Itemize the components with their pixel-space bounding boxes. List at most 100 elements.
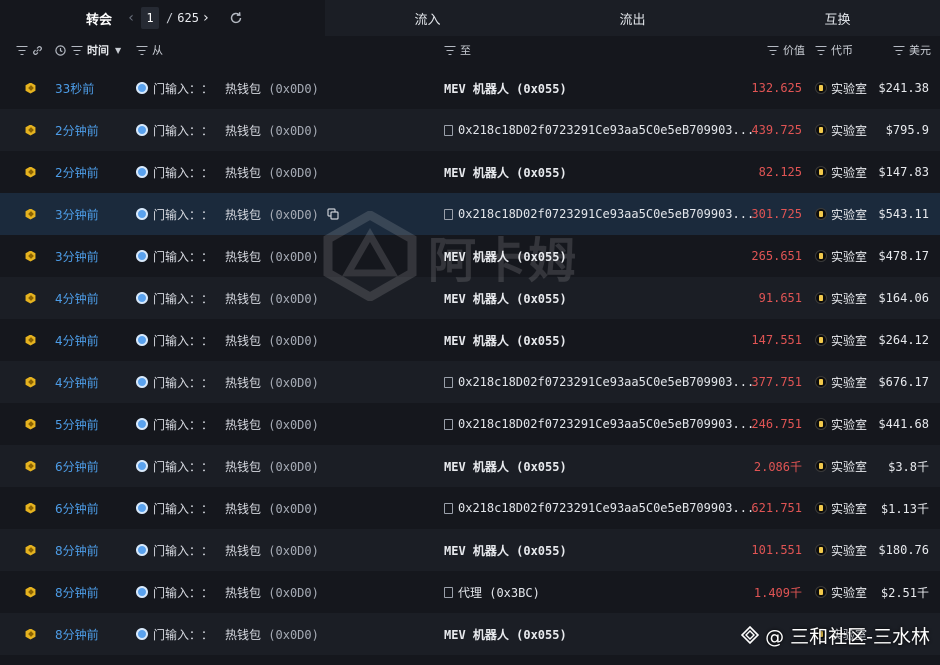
from-cell[interactable]: 门输入：： 热钱包 (0x0D0) [136, 529, 319, 571]
time-link[interactable]: 3分钟前 [55, 235, 99, 277]
to-cell[interactable]: MEV 机器人 (0x055) [444, 613, 567, 655]
token-cell[interactable]: 实验室 [815, 361, 867, 403]
from-entity[interactable]: 门输入： [153, 122, 201, 139]
from-cell[interactable]: 门输入：： 热钱包 (0x0D0) [136, 277, 319, 319]
from-wallet[interactable]: 热钱包 (0x0D0) [225, 164, 319, 181]
tab-transfers[interactable]: 转会 [86, 9, 112, 28]
to-address[interactable]: 0x218c18D02f0723291Ce93aa5C0e5eB709903..… [458, 501, 754, 515]
from-entity[interactable]: 门输入： [153, 206, 201, 223]
to-cell[interactable]: MEV 机器人 (0x055) [444, 151, 567, 193]
from-entity[interactable]: 门输入： [153, 416, 201, 433]
header-filter-link[interactable] [16, 36, 43, 64]
from-entity[interactable]: 门输入： [153, 374, 201, 391]
to-cell[interactable]: 代理 (0x3BC) [444, 571, 540, 613]
to-cell[interactable]: MEV 机器人 (0x055) [444, 235, 567, 277]
from-entity[interactable]: 门输入： [153, 248, 201, 265]
table-row[interactable]: 4分钟前 门输入：： 热钱包 (0x0D0) MEV 机器人 (0x055) 91.65… [0, 277, 940, 319]
link-icon[interactable] [32, 45, 43, 56]
table-row[interactable]: 2分钟前 门输入：： 热钱包 (0x0D0) MEV 机器人 (0x055) 82.12… [0, 151, 940, 193]
token-cell[interactable]: 实验室 [815, 529, 867, 571]
filter-icon[interactable] [444, 45, 455, 55]
to-entity[interactable]: MEV 机器人 (0x055) [444, 80, 567, 97]
token-cell[interactable]: 实验室 [815, 151, 867, 193]
to-address[interactable]: 0x218c18D02f0723291Ce93aa5C0e5eB709903..… [458, 207, 754, 221]
from-cell[interactable]: 门输入：： 热钱包 (0x0D0) [136, 151, 319, 193]
time-link[interactable]: 5分钟前 [55, 403, 99, 445]
from-cell[interactable]: 门输入：： 热钱包 (0x0D0) [136, 235, 319, 277]
time-link[interactable]: 8分钟前 [55, 613, 99, 655]
token-cell[interactable]: 实验室 [815, 277, 867, 319]
from-entity[interactable]: 门输入： [153, 80, 201, 97]
table-row[interactable]: 3分钟前 门输入：： 热钱包 (0x0D0) MEV 机器人 (0x055) 265.6… [0, 235, 940, 277]
from-entity[interactable]: 门输入： [153, 626, 201, 643]
from-wallet[interactable]: 热钱包 (0x0D0) [225, 584, 319, 601]
from-cell[interactable]: 门输入：： 热钱包 (0x0D0) [136, 613, 319, 655]
time-link[interactable]: 6分钟前 [55, 445, 99, 487]
from-cell[interactable]: 门输入：： 热钱包 (0x0D0) [136, 109, 319, 151]
table-row[interactable]: 6分钟前 门输入：： 热钱包 (0x0D0) MEV 机器人 (0x055) 2.086… [0, 445, 940, 487]
to-cell[interactable]: MEV 机器人 (0x055) [444, 529, 567, 571]
to-cell[interactable]: MEV 机器人 (0x055) [444, 277, 567, 319]
from-entity[interactable]: 门输入： [153, 584, 201, 601]
from-entity[interactable]: 门输入： [153, 458, 201, 475]
filter-icon[interactable] [767, 45, 778, 55]
tab-swaps[interactable]: 互换 [735, 0, 940, 36]
page-current[interactable]: 1 [141, 7, 160, 29]
from-wallet[interactable]: 热钱包 (0x0D0) [225, 416, 319, 433]
header-from[interactable]: 从 [136, 36, 163, 64]
header-token[interactable]: 代币 [815, 36, 853, 64]
header-usd[interactable]: 美元 [893, 36, 931, 64]
sort-down-icon[interactable]: ▼ [115, 46, 121, 55]
refresh-icon[interactable] [229, 11, 243, 25]
token-cell[interactable]: 实验室 [815, 571, 867, 613]
to-entity[interactable]: MEV 机器人 (0x055) [444, 248, 567, 265]
table-row[interactable]: 4分钟前 门输入：： 热钱包 (0x0D0) 0x218c18D02f0723291C… [0, 361, 940, 403]
to-entity[interactable]: MEV 机器人 (0x055) [444, 164, 567, 181]
token-cell[interactable]: 实验室 [815, 445, 867, 487]
next-page-icon[interactable]: › [199, 10, 213, 26]
token-cell[interactable]: 实验室 [815, 319, 867, 361]
from-entity[interactable]: 门输入： [153, 542, 201, 559]
token-cell[interactable]: 实验室 [815, 67, 867, 109]
from-cell[interactable]: 门输入：： 热钱包 (0x0D0) [136, 319, 319, 361]
filter-icon[interactable] [815, 45, 826, 55]
time-link[interactable]: 8分钟前 [55, 571, 99, 613]
table-row[interactable]: 6分钟前 门输入：： 热钱包 (0x0D0) 0x218c18D02f0723291C… [0, 487, 940, 529]
from-wallet[interactable]: 热钱包 (0x0D0) [225, 626, 319, 643]
to-entity[interactable]: MEV 机器人 (0x055) [444, 626, 567, 643]
time-link[interactable]: 4分钟前 [55, 361, 99, 403]
time-link[interactable]: 3分钟前 [55, 193, 99, 235]
to-address[interactable]: 代理 (0x3BC) [458, 584, 540, 601]
token-cell[interactable]: 实验室 [815, 487, 867, 529]
time-link[interactable]: 8分钟前 [55, 529, 99, 571]
token-cell[interactable]: 实验室 [815, 403, 867, 445]
to-cell[interactable]: 0x218c18D02f0723291Ce93aa5C0e5eB709903..… [444, 361, 754, 403]
from-cell[interactable]: 门输入：： 热钱包 (0x0D0) [136, 487, 319, 529]
to-address[interactable]: 0x218c18D02f0723291Ce93aa5C0e5eB709903..… [458, 417, 754, 431]
table-row[interactable]: 8分钟前 门输入：： 热钱包 (0x0D0) MEV 机器人 (0x055) 101.5… [0, 529, 940, 571]
filter-icon[interactable] [71, 45, 82, 55]
to-cell[interactable]: 0x218c18D02f0723291Ce93aa5C0e5eB709903..… [444, 109, 754, 151]
from-wallet[interactable]: 热钱包 (0x0D0) [225, 332, 319, 349]
time-link[interactable]: 6分钟前 [55, 487, 99, 529]
from-entity[interactable]: 门输入： [153, 164, 201, 181]
copy-icon[interactable] [327, 208, 339, 220]
from-cell[interactable]: 门输入：： 热钱包 (0x0D0) [136, 193, 339, 235]
from-wallet[interactable]: 热钱包 (0x0D0) [225, 458, 319, 475]
to-cell[interactable]: 0x218c18D02f0723291Ce93aa5C0e5eB709903..… [444, 193, 754, 235]
to-address[interactable]: 0x218c18D02f0723291Ce93aa5C0e5eB709903..… [458, 375, 754, 389]
to-cell[interactable]: MEV 机器人 (0x055) [444, 67, 567, 109]
from-cell[interactable]: 门输入：： 热钱包 (0x0D0) [136, 361, 319, 403]
to-cell[interactable]: MEV 机器人 (0x055) [444, 445, 567, 487]
from-cell[interactable]: 门输入：： 热钱包 (0x0D0) [136, 67, 319, 109]
to-entity[interactable]: MEV 机器人 (0x055) [444, 542, 567, 559]
to-cell[interactable]: 0x218c18D02f0723291Ce93aa5C0e5eB709903..… [444, 487, 754, 529]
token-cell[interactable]: 实验室 [815, 193, 867, 235]
from-entity[interactable]: 门输入： [153, 332, 201, 349]
time-link[interactable]: 2分钟前 [55, 151, 99, 193]
from-cell[interactable]: 门输入：： 热钱包 (0x0D0) [136, 571, 319, 613]
from-wallet[interactable]: 热钱包 (0x0D0) [225, 248, 319, 265]
from-cell[interactable]: 门输入：： 热钱包 (0x0D0) [136, 403, 319, 445]
filter-icon[interactable] [136, 45, 147, 55]
table-row[interactable]: 8分钟前 门输入：： 热钱包 (0x0D0) 代理 (0x3BC) 1.409千 实验室 $… [0, 571, 940, 613]
